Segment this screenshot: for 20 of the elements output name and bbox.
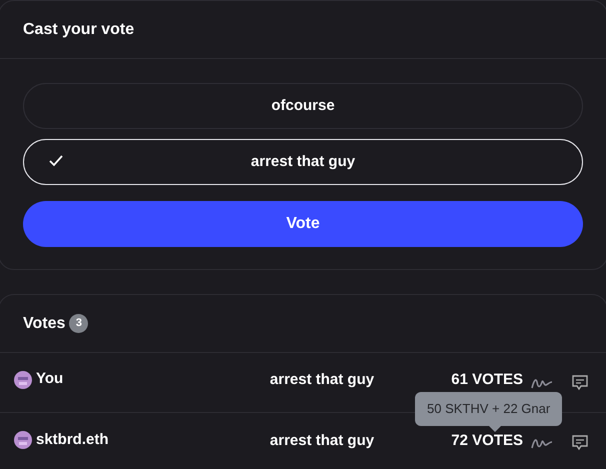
signature-icon[interactable]	[531, 436, 553, 450]
voter-name[interactable]: sktbrd.eth	[36, 428, 109, 452]
choice-option[interactable]: ofcourse	[23, 83, 583, 129]
voting-power: 72 VOTES	[450, 430, 523, 451]
panel-title: Cast your vote	[23, 20, 134, 40]
voting-power: 61 VOTES	[450, 370, 523, 390]
panel-title: Votes	[23, 314, 66, 334]
check-icon	[48, 154, 64, 168]
vote-choice: arrest that guy	[268, 370, 376, 390]
vote-button[interactable]: Vote	[23, 201, 583, 247]
comment-icon[interactable]	[571, 374, 589, 392]
voter-name[interactable]: You	[36, 368, 64, 391]
choice-option[interactable]: arrest that guy	[23, 139, 583, 185]
avatar-icon	[14, 370, 32, 388]
tooltip: 50 SKTHV + 22 Gnar	[415, 392, 562, 426]
avatar-icon	[14, 431, 32, 449]
tooltip-arrow	[487, 424, 503, 432]
comment-icon[interactable]	[571, 434, 589, 452]
count-badge: 3	[69, 314, 88, 333]
vote-choice: arrest that guy	[268, 430, 376, 451]
